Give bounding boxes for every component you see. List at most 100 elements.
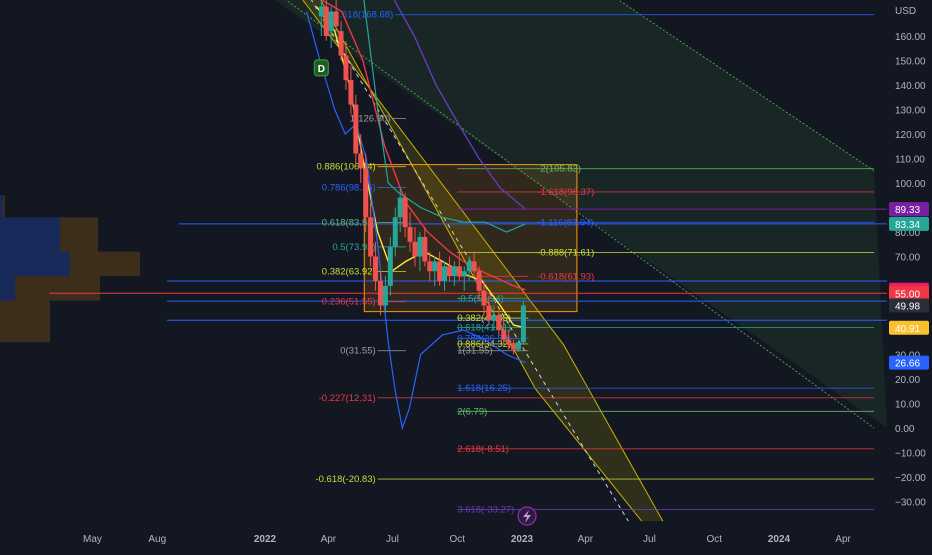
candle-body	[392, 217, 398, 247]
candle-body	[407, 227, 413, 242]
candle-body	[333, 11, 339, 27]
volume-profile-bar	[70, 251, 140, 277]
currency-label: USD	[895, 6, 916, 17]
candle-body	[520, 305, 526, 343]
price-tick-label: −20.00	[895, 473, 926, 484]
time-tick-label: Jul	[643, 534, 656, 545]
fib-level-label: -2(105.83)	[537, 164, 581, 175]
volume-profile-bar	[60, 217, 98, 252]
time-tick-label: Jul	[386, 534, 399, 545]
time-tick-label: Oct	[449, 534, 465, 545]
price-tick-label: 120.00	[895, 130, 926, 141]
time-axis[interactable]: May Aug 2022 Apr Jul Oct 2023 Apr Jul Oct 2024 Apr	[0, 530, 887, 550]
time-tick-label: 2024	[768, 534, 791, 545]
fib-level-label: -1.116(83.94)	[537, 217, 593, 228]
price-tick-label: 70.00	[895, 253, 920, 264]
price-chart-svg[interactable]: 1.618(168.68)1(126.30)0.886(106.64)0.786…	[0, 0, 932, 550]
price-tag-value: 40.91	[895, 324, 920, 335]
fib-level-label: 0(31.55)	[340, 346, 375, 357]
candle-body	[323, 6, 329, 36]
fib-level-label: 2.618(-8.51)	[457, 444, 509, 455]
candle-body	[515, 342, 521, 350]
candle-body	[343, 55, 349, 81]
fib-level-label: -1.618(96.37)	[537, 187, 594, 198]
candle-body	[412, 241, 418, 257]
lightning-icon[interactable]	[517, 506, 537, 526]
time-tick-label: Apr	[578, 534, 594, 545]
candle-body	[471, 261, 477, 272]
time-tick-label: Apr	[321, 534, 337, 545]
price-tag-value: 83.34	[895, 220, 920, 231]
volume-profile-bar	[15, 276, 100, 301]
candle-body	[417, 236, 423, 257]
candle-body	[506, 339, 512, 345]
dividend-marker-label: D	[318, 64, 325, 75]
time-tick-label: Oct	[706, 534, 722, 545]
candle-body	[451, 266, 457, 277]
candle-body	[318, 6, 324, 17]
candle-body	[476, 271, 482, 291]
fib-level-label: -0.888(71.61)	[537, 248, 594, 259]
price-tag-value: 26.66	[895, 359, 920, 370]
candle-body	[373, 256, 379, 281]
price-tick-label: 140.00	[895, 81, 926, 92]
candle-body	[466, 261, 472, 272]
candle-body	[432, 261, 438, 272]
volume-profile-bar	[3, 195, 5, 218]
candle-body	[501, 330, 507, 340]
candle-body	[486, 305, 492, 321]
price-tick-label: 130.00	[895, 106, 926, 117]
price-tick-label: −10.00	[895, 449, 926, 460]
candle-body	[496, 315, 502, 330]
price-tick-label: 110.00	[895, 155, 925, 166]
candle-body	[348, 80, 354, 105]
fib-level-label: -0.227(12.31)	[319, 393, 376, 404]
price-axis[interactable]: USD 160.00 150.00 140.00 130.00 120.00 110.00…	[887, 0, 932, 550]
candle-body	[387, 246, 393, 286]
candle-body	[338, 31, 344, 56]
fib-level-label: 3.618(-33.27)	[457, 505, 514, 516]
fib-level-label: 0.618(83.92)	[322, 217, 376, 228]
candle-body	[461, 271, 467, 277]
volume-profile-bar-base	[0, 251, 70, 277]
time-tick-label: May	[83, 534, 102, 545]
trading-chart[interactable]: 1.618(168.68) 1(126.30) 0.886(106.64) 0.786…	[0, 0, 932, 550]
candle-body	[442, 266, 448, 281]
fib-level-label: 1(31.55)	[457, 346, 492, 357]
price-tick-label: 20.00	[895, 375, 920, 386]
candle-body	[328, 11, 334, 32]
candle-body	[427, 261, 433, 272]
candle-body	[382, 285, 388, 306]
price-tick-label: 10.00	[895, 400, 920, 411]
volume-profile-bar-base	[0, 195, 3, 218]
candle-body	[397, 197, 403, 218]
dividend-marker[interactable]: D	[313, 59, 329, 77]
fib-level-label: 0.382(63.92)	[322, 266, 376, 277]
candle-body	[377, 281, 383, 306]
price-tick-label: 100.00	[895, 179, 926, 190]
candle-body	[422, 236, 428, 262]
fib-level-label: 2(6.79)	[457, 406, 487, 417]
time-tick-label: 2022	[254, 534, 277, 545]
price-tag-value: 49.98	[895, 302, 920, 313]
candle-body	[491, 315, 497, 321]
candle-body	[363, 168, 369, 218]
volume-profile-bar-base	[0, 276, 15, 301]
price-tick-label: 150.00	[895, 57, 926, 68]
volume-profile-bar	[0, 300, 50, 343]
price-tick-label: 160.00	[895, 32, 926, 43]
candle-body	[481, 290, 487, 306]
candle-body	[368, 217, 374, 257]
fib-level-label: 0.236(51.55)	[322, 297, 376, 308]
fib-level-label: -0.618(61.93)	[537, 271, 594, 282]
candle-body	[353, 104, 359, 154]
fib-level-label: -0.5(52.94)	[457, 293, 503, 304]
price-tag-value: 89.33	[895, 205, 920, 216]
candle-body	[456, 266, 462, 277]
price-tick-label: 0.00	[895, 424, 915, 435]
fib-level-label: 1.618(16.25)	[457, 383, 511, 394]
fib-level-label: -0.618(-20.83)	[315, 474, 375, 485]
price-tick-label: −30.00	[895, 498, 926, 509]
candle-body	[511, 344, 517, 350]
candle-body	[402, 197, 408, 228]
